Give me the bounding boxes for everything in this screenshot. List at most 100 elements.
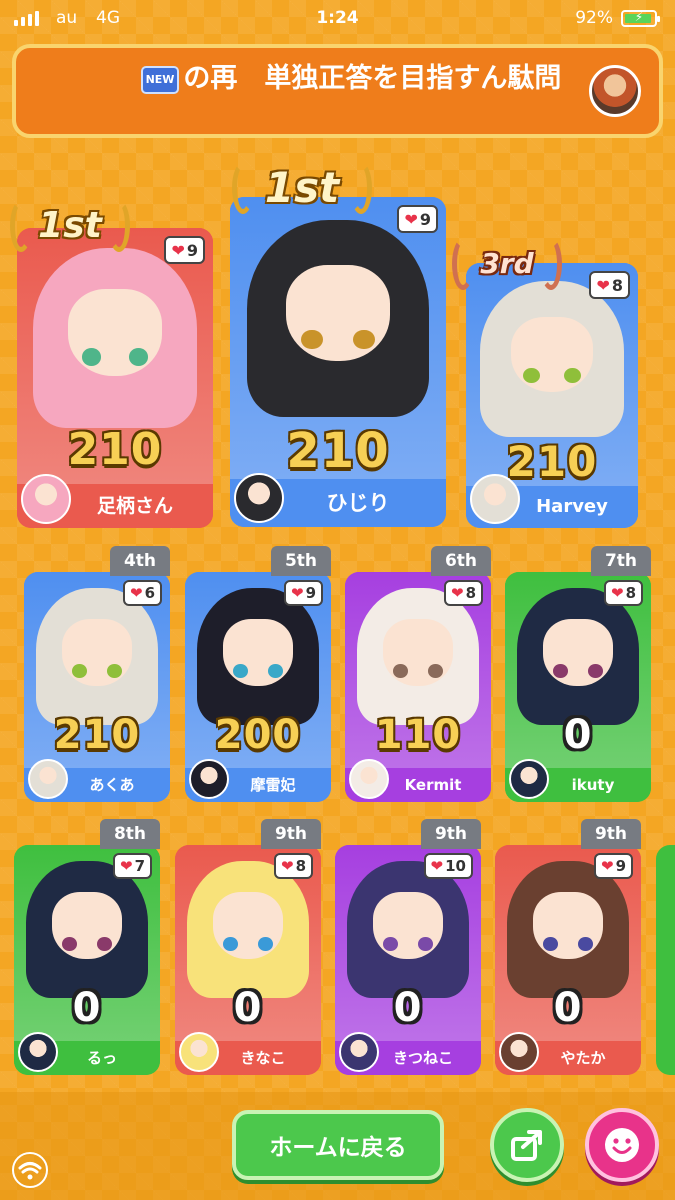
heart-count: ❤ 8 xyxy=(443,580,483,606)
status-bar: au 4G 1:24 92% ⚡ xyxy=(0,0,675,38)
laurel-right-icon xyxy=(350,162,372,214)
heart-value: 8 xyxy=(465,584,476,602)
player-avatar xyxy=(499,1032,539,1072)
player-card[interactable]: ❤ 9 210 足柄さん xyxy=(17,228,213,528)
quiz-title-text: の再 単独正答を目指すん駄問 xyxy=(183,63,562,94)
player-card[interactable]: ❤ 8 0 ikuty xyxy=(505,572,651,802)
heart-value: 8 xyxy=(625,584,636,602)
heart-value: 9 xyxy=(186,240,198,260)
heart-icon: ❤ xyxy=(404,209,418,229)
laurel-right-icon xyxy=(108,200,130,252)
rank-label: 4th xyxy=(110,546,170,576)
offscreen-card-edge xyxy=(656,845,675,1075)
rank-label: 9th xyxy=(421,819,481,849)
heart-icon: ❤ xyxy=(171,240,185,260)
score: 210 xyxy=(67,424,163,475)
heart-count: ❤ 8 xyxy=(603,580,643,606)
score: 210 xyxy=(286,423,390,479)
rank-label: 1st xyxy=(38,205,102,246)
rank-label: 5th xyxy=(271,546,331,576)
score: 0 xyxy=(233,985,263,1031)
heart-value: 10 xyxy=(445,857,466,875)
score: 210 xyxy=(53,712,141,758)
heart-count: ❤ 6 xyxy=(122,580,162,606)
player-avatar xyxy=(28,759,68,799)
home-button[interactable]: ホームに戻る xyxy=(232,1110,444,1180)
heart-icon: ❤ xyxy=(610,584,624,602)
score: 110 xyxy=(374,712,462,758)
rank-label: 8th xyxy=(100,819,160,849)
connection-icon xyxy=(12,1152,48,1188)
rank-label: 7th xyxy=(591,546,651,576)
share-button[interactable] xyxy=(490,1108,564,1182)
heart-value: 9 xyxy=(419,209,431,229)
player-avatar xyxy=(21,474,71,524)
rank-medal: 3rd xyxy=(452,234,562,304)
rank-label: 1st xyxy=(264,163,340,212)
heart-icon: ❤ xyxy=(129,584,143,602)
player-avatar xyxy=(339,1032,379,1072)
score: 0 xyxy=(563,712,593,758)
heart-icon: ❤ xyxy=(119,857,133,875)
player-card[interactable]: ❤ 7 0 るっ xyxy=(14,845,160,1075)
score: 200 xyxy=(214,712,302,758)
heart-count: ❤ 9 xyxy=(397,205,438,233)
score: 0 xyxy=(72,985,102,1031)
player-card[interactable]: ❤ 10 0 きつねこ xyxy=(335,845,481,1075)
laurel-left-icon xyxy=(10,200,32,252)
rank-label: 6th xyxy=(431,546,491,576)
rank-medal: 1st xyxy=(232,158,372,228)
rank-label: 9th xyxy=(261,819,321,849)
player-avatar xyxy=(179,1032,219,1072)
host-avatar[interactable] xyxy=(589,65,641,117)
player-card[interactable]: ❤ 9 200 摩雷妃 xyxy=(185,572,331,802)
laurel-left-icon xyxy=(452,238,474,290)
player-card[interactable]: ❤ 9 0 やたか xyxy=(495,845,641,1075)
quiz-title: NEW の再 単独正答を目指すん駄問 xyxy=(116,62,586,96)
player-avatar xyxy=(234,473,284,523)
heart-count: ❤ 7 xyxy=(112,853,152,879)
laurel-right-icon xyxy=(540,238,562,290)
heart-icon: ❤ xyxy=(596,275,610,295)
heart-value: 8 xyxy=(611,275,623,295)
smiley-icon xyxy=(605,1128,639,1162)
heart-icon: ❤ xyxy=(280,857,294,875)
rank-medal: 1st xyxy=(10,196,130,266)
player-avatar xyxy=(189,759,229,799)
share-icon xyxy=(511,1130,542,1161)
player-card[interactable]: ❤ 8 0 きなこ xyxy=(175,845,321,1075)
quiz-title-banner: NEW の再 単独正答を目指すん駄問 xyxy=(12,44,663,138)
heart-count: ❤ 9 xyxy=(593,853,633,879)
laurel-left-icon xyxy=(232,162,254,214)
score: 0 xyxy=(393,985,423,1031)
player-card[interactable]: ❤ 6 210 あくあ xyxy=(24,572,170,802)
player-card[interactable]: ❤ 8 110 Kermit xyxy=(345,572,491,802)
player-avatar xyxy=(349,759,389,799)
heart-count: ❤ 9 xyxy=(164,236,205,264)
battery-percent: 92% xyxy=(575,8,613,28)
new-badge: NEW xyxy=(140,65,180,94)
player-avatar xyxy=(470,474,520,524)
heart-count: ❤ 10 xyxy=(423,853,473,879)
heart-value: 7 xyxy=(134,857,145,875)
heart-icon: ❤ xyxy=(450,584,464,602)
heart-icon: ❤ xyxy=(290,584,304,602)
score: 0 xyxy=(553,985,583,1031)
player-avatar xyxy=(18,1032,58,1072)
heart-value: 9 xyxy=(615,857,626,875)
clock: 1:24 xyxy=(316,8,359,28)
heart-value: 8 xyxy=(295,857,306,875)
heart-value: 9 xyxy=(305,584,316,602)
reaction-button[interactable] xyxy=(585,1108,659,1182)
heart-count: ❤ 8 xyxy=(273,853,313,879)
battery-icon: ⚡ xyxy=(621,10,660,27)
rank-label: 9th xyxy=(581,819,641,849)
heart-value: 6 xyxy=(144,584,155,602)
heart-count: ❤ 8 xyxy=(589,271,630,299)
player-card[interactable]: ❤ 9 210 ひじり xyxy=(230,197,446,527)
player-avatar xyxy=(509,759,549,799)
heart-icon: ❤ xyxy=(600,857,614,875)
heart-icon: ❤ xyxy=(430,857,444,875)
heart-count: ❤ 9 xyxy=(283,580,323,606)
rank-label: 3rd xyxy=(480,247,534,280)
